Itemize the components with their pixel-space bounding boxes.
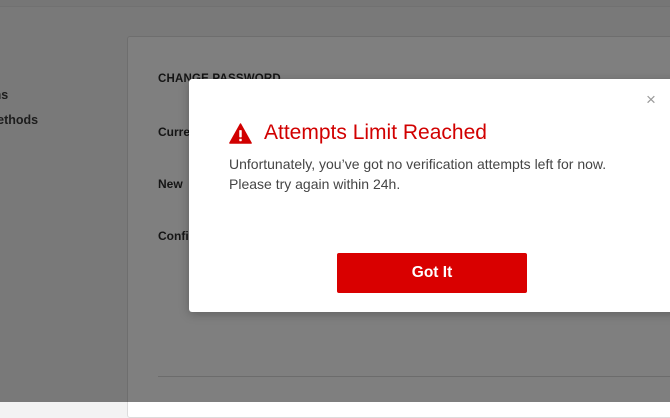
modal-header: Attempts Limit Reached xyxy=(229,120,487,146)
modal-message: Unfortunately, you’ve got no verificatio… xyxy=(229,156,607,192)
attempts-limit-modal: × Attempts Limit Reached Unfortunately, … xyxy=(189,79,670,312)
warning-icon xyxy=(229,122,252,144)
close-button[interactable]: × xyxy=(644,91,658,108)
got-it-button[interactable]: Got It xyxy=(337,253,527,293)
modal-title: Attempts Limit Reached xyxy=(264,121,487,144)
